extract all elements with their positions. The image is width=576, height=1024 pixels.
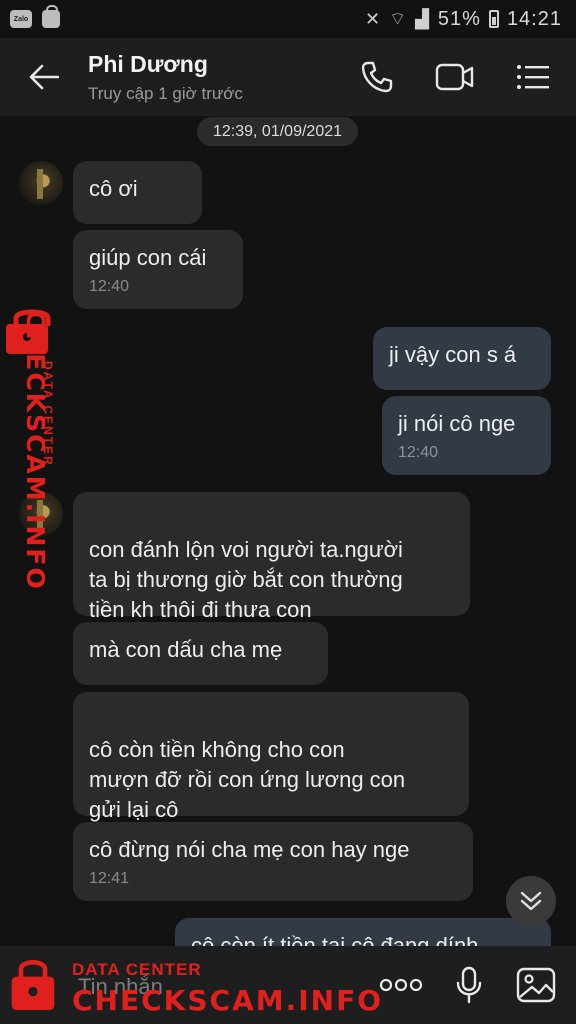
message-text: mà con dấu cha mẹ [89,637,283,662]
watermark-tagline-bottom: DATA CENTER [72,960,202,979]
sticker-button[interactable] [8,960,58,1010]
voice-message-button[interactable] [444,960,494,1010]
message-text: ji nói cô nge [398,411,516,436]
video-camera-icon [435,63,474,91]
wifi-icon: ⌔ [389,8,408,29]
watermark-tagline: DATA CENTER [41,361,55,467]
message-bubble[interactable]: mà con dấu cha mẹ [73,622,328,685]
back-arrow-icon [29,64,59,90]
microphone-icon [456,966,482,1004]
message-bubble[interactable]: ji nói cô nge 12:40 [382,396,551,475]
shopping-bag-icon [42,5,60,28]
call-button[interactable] [352,52,402,102]
message-bubble[interactable]: cô đừng nói cha mẹ con hay nge 12:41 [73,822,473,901]
message-text: giúp con cái [89,245,207,270]
message-time: 12:40 [398,444,439,461]
date-separator: 12:39, 01/09/2021 [197,117,359,146]
contact-name: Phi Dương [88,50,208,77]
message-text: cô còn tiền không cho con mượn đỡ rồi co… [89,737,406,822]
message-bubble[interactable]: cô còn tiền không cho con mượn đỡ rồi co… [73,692,469,822]
ellipsis-icon [379,978,423,992]
more-options-button[interactable] [376,960,426,1010]
message-bubble[interactable]: giúp con cái 12:40 [73,230,243,309]
battery-icon [488,10,499,28]
menu-list-icon [517,65,549,89]
status-bar: Zalo ✕ ⌔ ▟ 51% 14:21 [0,0,576,38]
message-text: ji vậy con s á [389,342,517,367]
message-bubble[interactable]: con đánh lộn voi người ta.người ta bị th… [73,492,470,622]
phone-icon [361,61,393,93]
contact-avatar[interactable] [19,161,63,205]
clock: 14:21 [506,7,562,30]
message-bubble[interactable]: ji vậy con s á [373,327,551,390]
double-chevron-down-icon [520,891,542,911]
chat-header: Phi Dương Truy cập 1 giờ trước [0,38,576,116]
message-time: 12:41 [89,870,130,887]
message-text: con đánh lộn voi người ta.người ta bị th… [89,537,403,622]
message-text: cô ơi [89,176,138,201]
zalo-notification-icon: Zalo [10,10,32,28]
signal-icon: ▟ [415,8,430,29]
message-bubble[interactable]: cô ơi [73,161,202,224]
image-icon [516,967,556,1003]
contact-info[interactable]: Phi Dương Truy cập 1 giờ trước [88,51,352,104]
padlock-logo [11,960,55,1010]
back-button[interactable] [0,38,88,116]
message-text: cô còn ít tiền tại cô đang dính [191,933,479,946]
message-text: cô đừng nói cha mẹ con hay nge [89,837,410,862]
scroll-to-bottom-button[interactable] [506,876,556,926]
message-list[interactable]: 12:39, 01/09/2021 cô ơi giúp con cái 12:… [0,116,576,946]
video-call-button[interactable] [430,52,480,102]
battery-percent: 51% [437,7,481,30]
mute-icon: ✕ [365,8,382,29]
watermark-side: CHECKSCAM.INFO DATA CENTER [0,306,64,596]
last-seen-status: Truy cập 1 giờ trước [88,83,243,103]
send-image-button[interactable] [511,960,561,1010]
message-time: 12:40 [89,278,130,295]
watermark-brand-bottom: CHECKSCAM.INFO [72,984,384,1017]
message-bubble[interactable]: cô còn ít tiền tại cô đang dính [175,918,551,946]
menu-button[interactable] [508,52,558,102]
